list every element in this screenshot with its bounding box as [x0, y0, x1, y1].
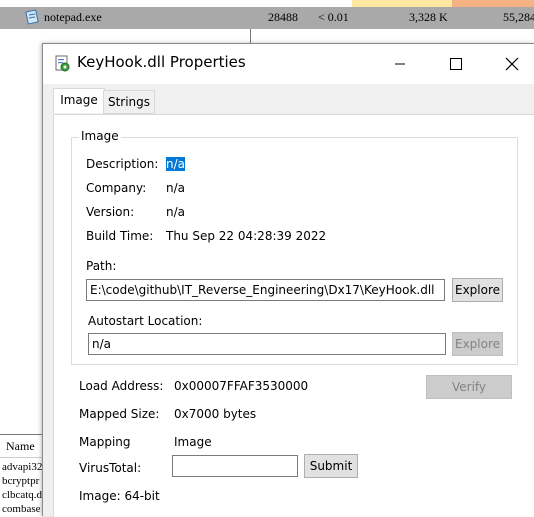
description-label: Description: — [86, 157, 159, 171]
path-field[interactable]: E:\code\github\IT_Reverse_Engineering\Dx… — [86, 279, 445, 301]
minimize-button[interactable] — [377, 44, 423, 84]
image-groupbox: Image Description: n/a Company: n/a Vers… — [71, 129, 518, 365]
mapping-value: Image — [174, 435, 212, 449]
column-header-name[interactable]: Name — [0, 435, 42, 458]
close-button[interactable] — [489, 44, 534, 84]
background-header-strip — [0, 0, 534, 7]
properties-dialog: KeyHook.dll Properties Image Strings Ima… — [42, 43, 534, 517]
autostart-field[interactable]: n/a — [88, 333, 446, 355]
load-address-value: 0x00007FFAF3530000 — [174, 379, 309, 393]
tab-image[interactable]: Image — [53, 88, 105, 113]
virustotal-label: VirusTotal: — [79, 461, 142, 475]
list-item[interactable]: advapi32 — [2, 461, 42, 473]
image-bitness: Image: 64-bit — [79, 489, 160, 503]
list-item[interactable]: bcryptpr — [2, 475, 39, 487]
tab-panel-image: Image Description: n/a Company: n/a Vers… — [53, 114, 534, 517]
version-label: Version: — [86, 205, 135, 219]
autostart-explore-button[interactable]: Explore — [452, 332, 503, 356]
description-value[interactable]: n/a — [166, 157, 186, 171]
process-row-notepad[interactable]: notepad.exe 28488 < 0.01 3,328 K 55,284 — [0, 7, 534, 29]
title-bar[interactable]: KeyHook.dll Properties — [43, 44, 534, 84]
strip-yellow — [352, 0, 452, 7]
minimize-icon — [395, 63, 405, 65]
build-time-value: Thu Sep 22 04:28:39 2022 — [166, 229, 327, 243]
dll-gear-icon — [55, 55, 70, 72]
notepad-icon — [25, 9, 39, 25]
maximize-button[interactable] — [433, 44, 479, 84]
list-item[interactable]: clbcatq.d — [2, 489, 42, 501]
path-explore-button[interactable]: Explore — [452, 278, 503, 302]
path-label: Path: — [86, 259, 117, 273]
dialog-title: KeyHook.dll Properties — [77, 53, 246, 71]
process-private-bytes: 3,328 K — [409, 10, 448, 24]
dll-list-pane: Name advapi32 bcryptpr clbcatq.d combase — [0, 434, 42, 516]
virustotal-field[interactable] — [172, 455, 298, 477]
mapping-label: Mapping — [79, 435, 131, 449]
company-label: Company: — [86, 181, 147, 195]
process-cpu: < 0.01 — [318, 10, 349, 24]
strip-salmon — [452, 0, 534, 7]
verify-button[interactable]: Verify — [426, 375, 512, 399]
mapped-size-label: Mapped Size: — [79, 407, 160, 421]
load-address-label: Load Address: — [79, 379, 164, 393]
column-divider — [250, 29, 251, 43]
process-name: notepad.exe — [44, 10, 102, 24]
version-value: n/a — [166, 205, 186, 219]
maximize-icon — [450, 58, 462, 70]
tab-strings[interactable]: Strings — [103, 90, 155, 114]
process-working-set: 55,284 — [503, 10, 534, 24]
close-icon — [505, 57, 519, 71]
autostart-label: Autostart Location: — [88, 314, 203, 328]
mapped-size-value: 0x7000 bytes — [174, 407, 257, 421]
groupbox-legend: Image — [79, 129, 121, 143]
process-pid: 28488 — [268, 10, 298, 24]
company-value: n/a — [166, 181, 186, 195]
submit-button[interactable]: Submit — [304, 454, 358, 478]
build-time-label: Build Time: — [86, 229, 154, 243]
list-item[interactable]: combase — [2, 503, 40, 515]
